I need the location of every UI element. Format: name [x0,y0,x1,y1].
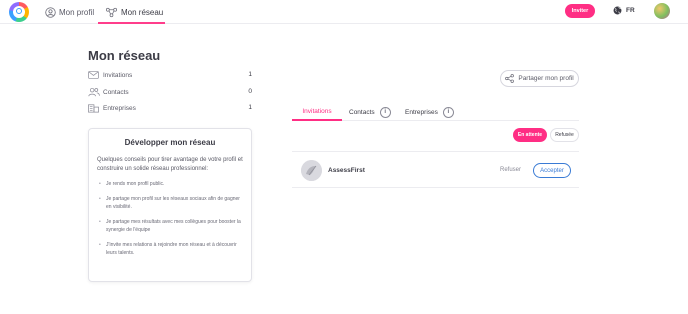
nav-my-network-label: Mon réseau [121,7,164,17]
filter-pending-button[interactable]: En attente [513,128,547,142]
language-label: FR [626,7,635,14]
active-nav-indicator [98,22,165,24]
building-icon [88,103,100,113]
top-navigation-bar: Mon profil Mon réseau Inviter FR [0,0,688,24]
stat-count: 0 [248,88,252,95]
filter-refused-button[interactable]: Refusée [550,128,579,142]
tab-contacts-label: Contacts [349,108,375,116]
network-icon [105,7,117,17]
share-profile-button[interactable]: Partager mon profil [500,70,579,87]
user-avatar[interactable] [654,3,670,19]
share-icon [505,74,515,83]
nav-my-network[interactable]: Mon réseau [105,5,163,19]
info-icon[interactable]: i [379,106,391,118]
globe-icon [613,6,622,15]
accept-invitation-button[interactable]: Accepter [533,163,571,178]
user-circle-icon [45,6,56,18]
network-tips-card: Développer mon réseau Quelques conseils … [88,128,252,282]
list-item: Je rends mon profil public. [97,180,243,188]
tab-invitations-label: Invitations [302,107,332,115]
stat-label: Invitations [103,71,133,79]
invitation-sender-name: AssessFirst [328,167,365,174]
tab-entreprises[interactable]: Entreprises i [405,103,454,121]
stat-label: Entreprises [103,104,136,112]
share-profile-label: Partager mon profil [518,75,574,82]
refuse-invitation-link[interactable]: Refuser [500,167,521,173]
tips-list: Je rends mon profil public. Je partage m… [97,180,243,257]
list-item: Je partage mon profil sur les réseaux so… [97,195,243,211]
network-tabs: Invitations Contacts i Entreprises i [292,103,579,121]
app-logo[interactable] [9,2,29,22]
stat-contacts[interactable]: Contacts 0 [88,86,252,98]
language-selector[interactable]: FR [613,6,635,15]
invitation-row: AssessFirst Refuser Accepter [292,151,579,188]
tab-entreprises-label: Entreprises [405,108,438,116]
list-item: J'invite mes relations à rejoindre mon r… [97,241,243,257]
tab-contacts[interactable]: Contacts i [349,103,391,121]
users-icon [88,87,100,97]
stat-count: 1 [248,71,252,78]
page-title: Mon réseau [88,48,161,63]
info-icon[interactable]: i [442,106,454,118]
stat-entreprises[interactable]: Entreprises 1 [88,102,252,114]
tips-title: Développer mon réseau [124,138,216,147]
tab-invitations[interactable]: Invitations [292,103,342,121]
nav-my-profile-label: Mon profil [59,7,95,17]
stat-count: 1 [248,104,252,111]
stat-invitations[interactable]: Invitations 1 [88,69,252,81]
list-item: Je partage mes résultats avec mes collèg… [97,218,243,234]
stat-label: Contacts [103,88,129,96]
mail-icon [88,70,100,80]
company-avatar [301,160,322,181]
nav-my-profile[interactable]: Mon profil [45,5,94,19]
tips-intro: Quelques conseils pour tirer avantage de… [97,157,243,172]
invite-button[interactable]: Inviter [565,4,595,18]
